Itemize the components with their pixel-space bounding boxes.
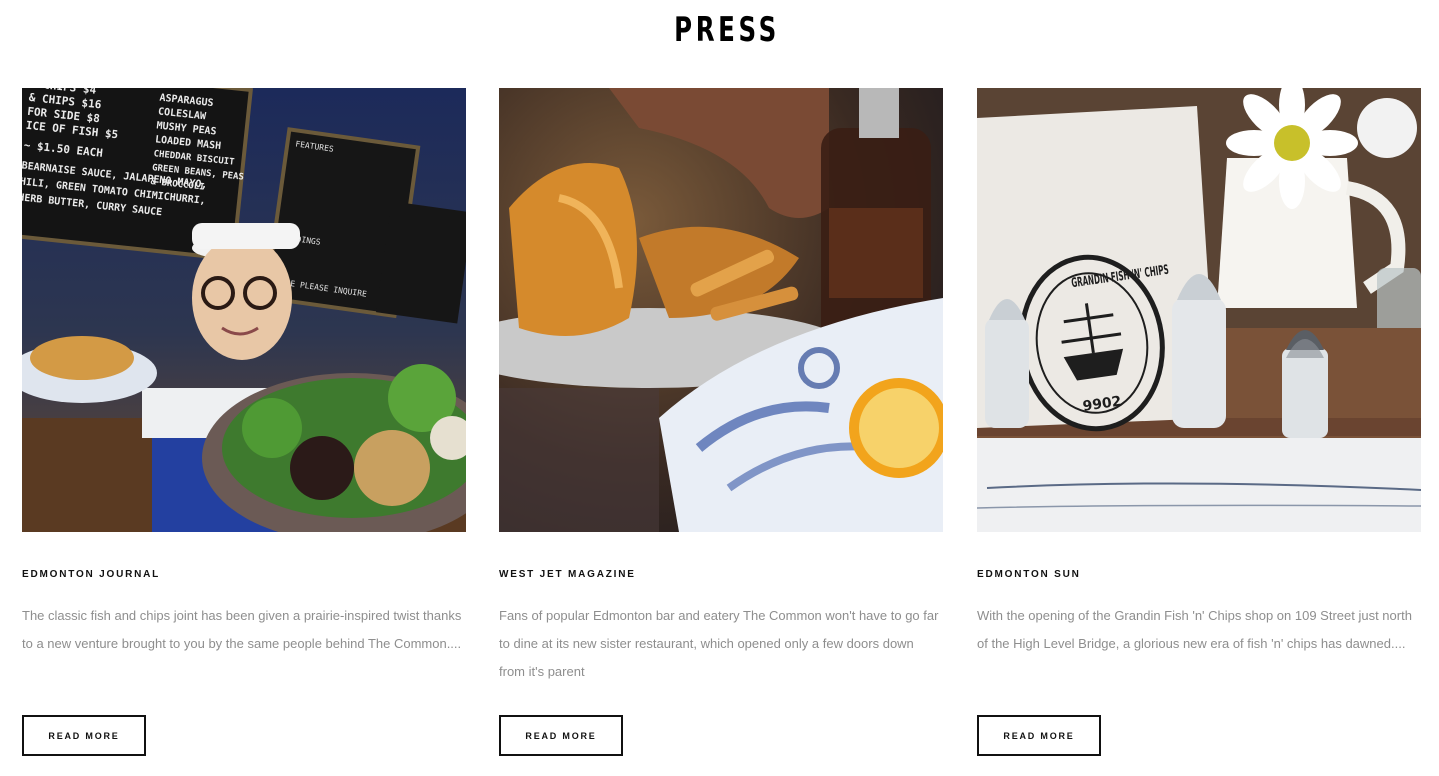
press-card-edmonton-sun: GRANDIN FISH 'N' CHIPS 9902 EDMONTON SUN… <box>977 88 1421 756</box>
page-title: PRESS <box>674 10 780 50</box>
press-image-fish-and-chips[interactable] <box>499 88 943 532</box>
read-more-button[interactable]: READ MORE <box>22 715 146 756</box>
press-excerpt: Fans of popular Edmonton bar and eatery … <box>499 608 939 679</box>
press-source-label: EDMONTON JOURNAL <box>22 569 161 580</box>
read-more-button[interactable]: READ MORE <box>499 715 623 756</box>
press-image-restaurant-staff[interactable]: & CHIPS $4 & CHIPS $16 FOR SIDE $8 ICE O… <box>22 88 466 532</box>
press-card-west-jet-magazine: WEST JET MAGAZINE Fans of popular Edmont… <box>499 88 943 756</box>
press-excerpt: With the opening of the Grandin Fish 'n'… <box>977 608 1412 651</box>
press-excerpt: The classic fish and chips joint has bee… <box>22 608 462 651</box>
press-card-edmonton-journal: & CHIPS $4 & CHIPS $16 FOR SIDE $8 ICE O… <box>22 88 466 756</box>
press-image-table-setting[interactable]: GRANDIN FISH 'N' CHIPS 9902 <box>977 88 1421 532</box>
press-source-label: WEST JET MAGAZINE <box>499 569 636 580</box>
read-more-button[interactable]: READ MORE <box>977 715 1101 756</box>
press-source-label: EDMONTON SUN <box>977 569 1081 580</box>
